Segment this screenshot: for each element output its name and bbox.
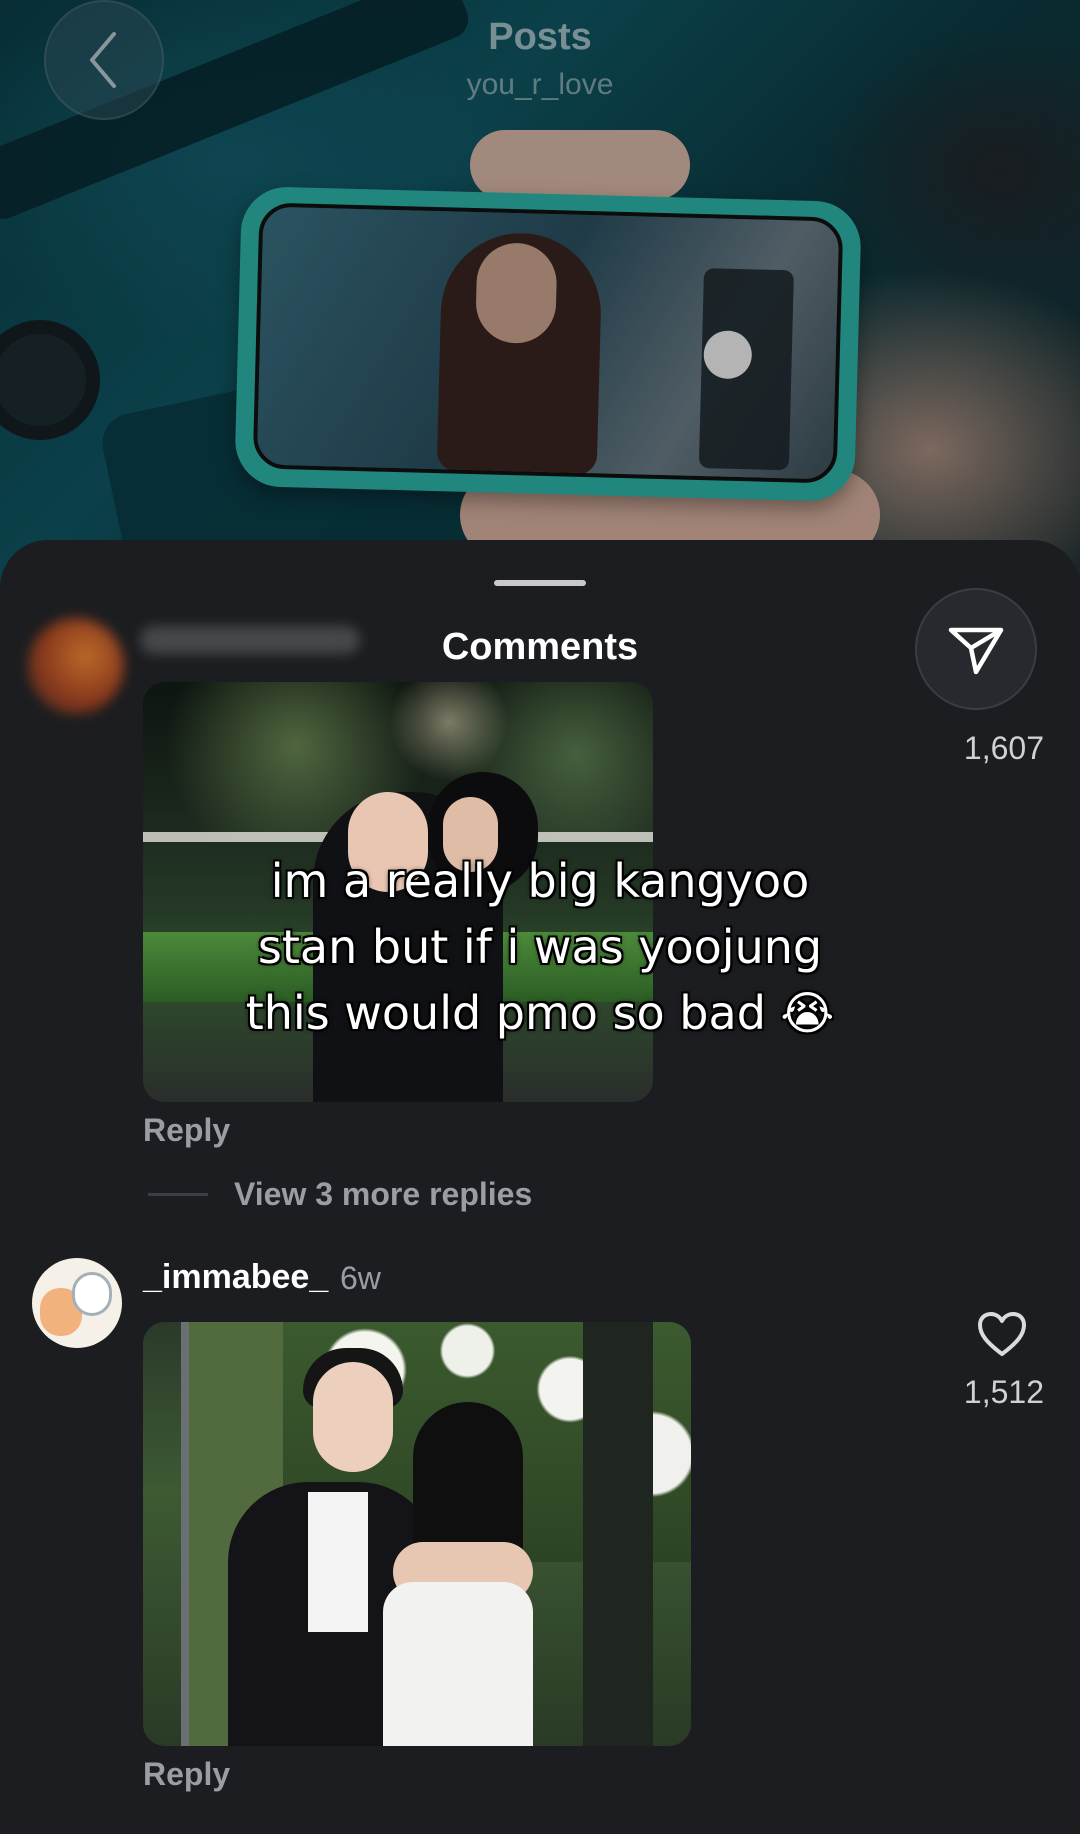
reply-button[interactable]: Reply	[143, 1112, 230, 1149]
caption-line: im a really big kangyoo	[270, 854, 810, 908]
avatar[interactable]	[32, 1258, 122, 1348]
like-count: 1,512	[963, 1374, 1044, 1410]
media-bride-dress	[383, 1582, 533, 1746]
timestamp: 6w	[340, 1260, 381, 1296]
view-more-replies[interactable]: View 3 more replies	[148, 1176, 532, 1213]
caption-line: stan but if i was yoojung	[257, 920, 823, 974]
media-groom-shirt	[308, 1492, 368, 1632]
page-title: Posts	[488, 16, 592, 58]
avatar-illustration-right	[72, 1272, 112, 1316]
background-video-frame: Posts you_r_love	[0, 0, 1080, 600]
media-caption: im a really big kangyoo stan but if i wa…	[120, 848, 960, 1046]
comments-sheet: Comments im a really big kangyoo stan bu…	[0, 540, 1080, 1834]
sheet-grabber[interactable]	[494, 580, 586, 586]
page-subtitle: you_r_love	[466, 68, 614, 101]
comment-media[interactable]	[143, 1322, 691, 1746]
avatar[interactable]	[28, 618, 124, 714]
media-groom-face	[313, 1362, 393, 1472]
username[interactable]: _immabee_	[143, 1258, 328, 1297]
divider-line	[148, 1193, 208, 1196]
view-more-replies-label: View 3 more replies	[234, 1176, 533, 1212]
send-icon	[948, 627, 1004, 675]
share-button[interactable]	[915, 588, 1037, 710]
heart-icon[interactable]	[976, 1310, 1028, 1358]
like-count: 1,607	[963, 730, 1044, 766]
reply-button[interactable]: Reply	[143, 1756, 230, 1793]
media-arch-post	[583, 1322, 653, 1746]
caption-line: this would pmo so bad 😭	[245, 986, 835, 1040]
username-redacted	[140, 626, 360, 654]
